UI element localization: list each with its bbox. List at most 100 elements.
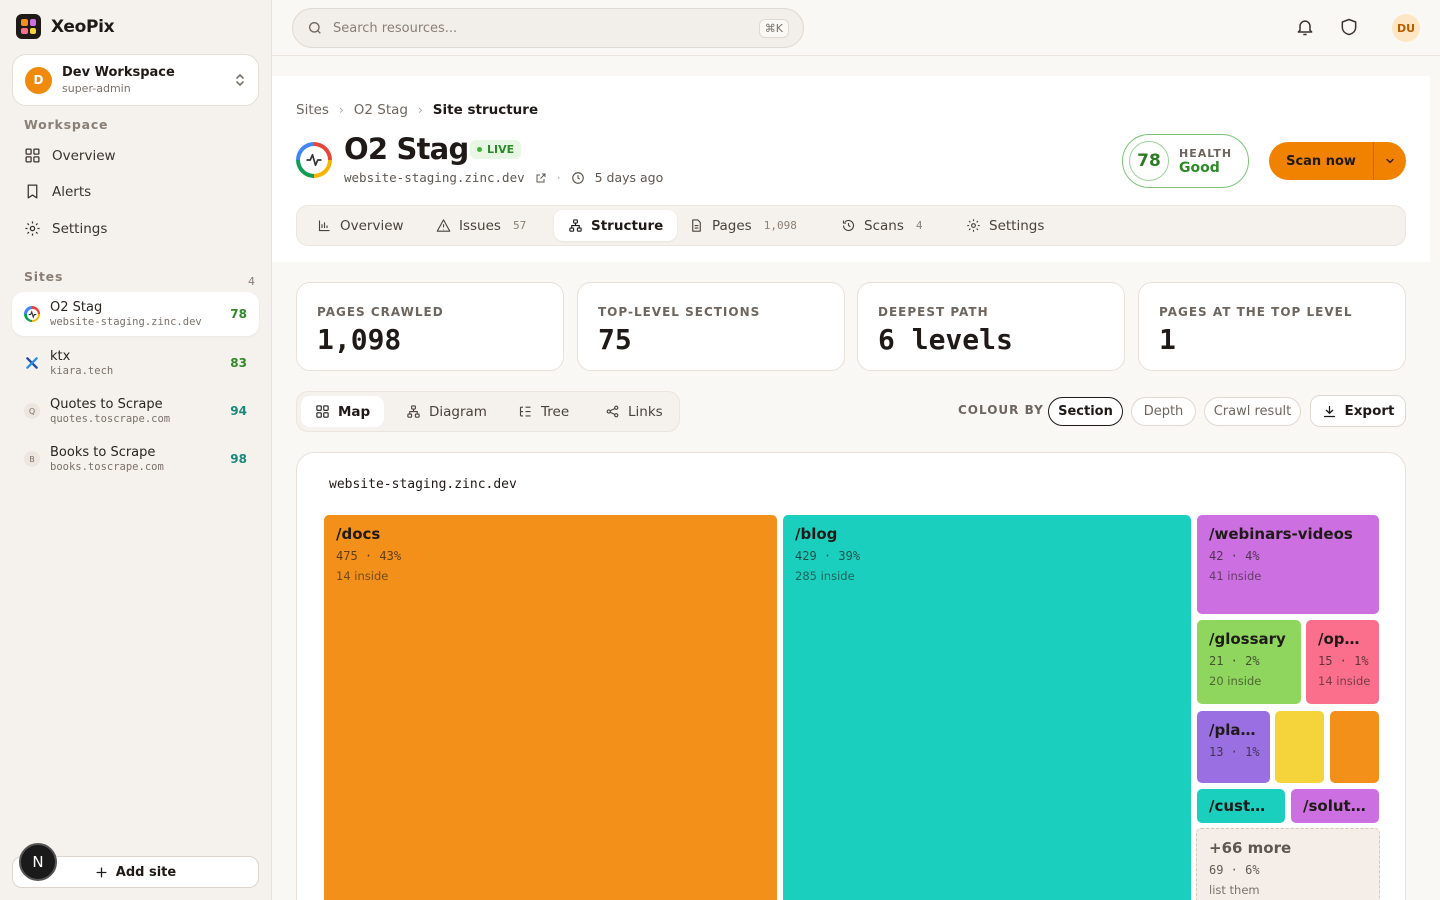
chevron-updown-icon [234,72,246,89]
treemap-panel: website-staging.zinc.dev /docs 475 · 43%… [296,452,1406,900]
breadcrumb-sites[interactable]: Sites [296,102,329,118]
user-avatar[interactable]: DU [1392,14,1420,42]
stat-value: 6 levels [878,323,1013,356]
tab-count: 57 [512,219,527,232]
tile-inside: 285 inside [795,569,855,583]
tile-percent: 1% [1245,745,1260,759]
health-badge[interactable]: 78 HEALTH Good [1122,134,1249,188]
sidebar-site-o2-stag[interactable]: O2 Stag website-staging.zinc.dev 78 [12,292,259,336]
bell-icon[interactable] [1295,17,1315,37]
tab-pages[interactable]: Pages 1,098 [675,210,811,241]
health-value: Good [1179,159,1220,176]
site-score: 94 [230,404,247,418]
search-bar[interactable]: ⌘K [292,8,804,48]
tile-inside: list them [1209,883,1260,897]
export-button[interactable]: Export [1310,395,1406,427]
site-url: kiara.tech [50,365,114,377]
brand[interactable]: XeoPix [16,14,115,39]
sidebar: XeoPix D Dev Workspace super-admin Works… [0,0,272,900]
treemap-tile[interactable]: /plat… 13 · 1% [1197,711,1270,783]
stat-value: 75 [598,323,632,356]
search-shortcut: ⌘K [758,18,789,38]
shield-icon[interactable] [1339,17,1359,37]
tile-name: /docs [336,525,381,543]
view-tabs: Map Diagram Tree Links [296,391,680,432]
sidebar-item-settings[interactable]: Settings [24,220,107,237]
tab-scans[interactable]: Scans 4 [827,210,936,241]
last-scan-time: 5 days ago [594,170,664,185]
download-icon [1323,405,1335,417]
view-tab-links[interactable]: Links [591,396,677,427]
tile-stats: 15 · 1% [1318,654,1369,668]
tile-name: /open… [1318,630,1367,648]
sites-count: 4 [248,275,255,288]
sidebar-item-label: Overview [52,147,116,164]
treemap-tile[interactable]: /docs 475 · 43% 14 inside [324,515,777,900]
treemap-tile[interactable]: /blog 429 · 39% 285 inside [783,515,1191,900]
site-name: ktx [50,349,71,364]
sidebar-site-ktx[interactable]: ktx kiara.tech 83 [12,341,259,385]
tab-structure[interactable]: Structure [554,210,678,241]
stat-label: TOP-LEVEL SECTIONS [598,305,761,319]
plus-icon [96,867,107,877]
gear-icon [25,221,40,236]
tab-overview[interactable]: Overview [303,210,418,241]
meta-separator: · [556,170,561,185]
treemap-tile[interactable]: /webinars-videos 42 · 4% 41 inside [1197,515,1379,614]
n-badge[interactable]: N [19,843,57,881]
sidebar-item-alerts[interactable]: Alerts [24,183,91,200]
colour-by-section[interactable]: Section [1048,397,1123,426]
tab-count: 1,098 [763,219,797,232]
stat-pages-top-level: PAGES AT THE TOP LEVEL 1 [1138,282,1406,371]
treemap-tile[interactable]: /soluti… [1291,789,1379,823]
treemap-tile[interactable]: /custom… [1197,789,1285,823]
treemap-more-tile[interactable]: +66 more 69 · 6% list them [1196,828,1380,900]
scan-now-button[interactable]: Scan now [1269,142,1406,180]
site-score: 83 [230,356,247,370]
site-score: 78 [230,307,247,321]
ktx-logo-icon [24,355,40,371]
treemap-tile[interactable] [1330,711,1379,783]
tab-count: 4 [915,219,923,232]
tab-issues[interactable]: Issues 57 [422,210,540,241]
search-input[interactable] [333,20,749,36]
breadcrumb: Sites › O2 Stag › Site structure [296,102,538,118]
tree-list-icon [519,406,531,417]
tile-stats: 42 · 4% [1209,549,1260,563]
topbar: ⌘K DU [272,0,1440,56]
workspace-switcher[interactable]: D Dev Workspace super-admin [12,54,259,106]
history-icon [842,219,855,232]
sidebar-site-books[interactable]: B Books to Scrape books.toscrape.com 98 [12,437,259,481]
tile-pages: 69 [1209,863,1224,877]
site-url: quotes.toscrape.com [50,413,171,425]
share-icon [606,405,619,418]
sidebar-site-quotes[interactable]: Q Quotes to Scrape quotes.toscrape.com 9… [12,389,259,433]
tab-settings[interactable]: Settings [952,210,1058,241]
stat-top-level-sections: TOP-LEVEL SECTIONS 75 [577,282,845,371]
stat-value: 1 [1159,323,1176,356]
tile-pages: 13 [1209,745,1224,759]
view-tab-map[interactable]: Map [301,396,385,427]
treemap-tile[interactable] [1275,711,1324,783]
tile-percent: 2% [1245,654,1260,668]
sidebar-item-label: Alerts [52,183,92,200]
tile-pages: 429 [795,549,817,563]
status-badge: LIVE [470,140,522,159]
treemap-tile[interactable]: /open… 15 · 1% 14 inside [1306,620,1379,704]
sidebar-item-overview[interactable]: Overview [24,147,116,164]
colour-by-crawl-result[interactable]: Crawl result [1204,397,1301,426]
view-tab-tree[interactable]: Tree [504,396,583,427]
document-icon [692,219,701,232]
site-score: 98 [230,452,247,466]
view-tab-label: Map [338,403,371,420]
view-tab-diagram[interactable]: Diagram [392,396,501,427]
scan-dropdown-button[interactable] [1373,142,1406,180]
breadcrumb-site[interactable]: O2 Stag [354,102,408,118]
tab-label: Pages [712,217,752,234]
stat-deepest-path: DEEPEST PATH 6 levels [857,282,1125,371]
site-name: Books to Scrape [50,445,156,460]
external-link-icon[interactable] [535,172,547,184]
colour-by-depth[interactable]: Depth [1131,397,1196,426]
treemap-tile[interactable]: /glossary 21 · 2% 20 inside [1197,620,1301,704]
tab-label: Issues [459,217,501,234]
